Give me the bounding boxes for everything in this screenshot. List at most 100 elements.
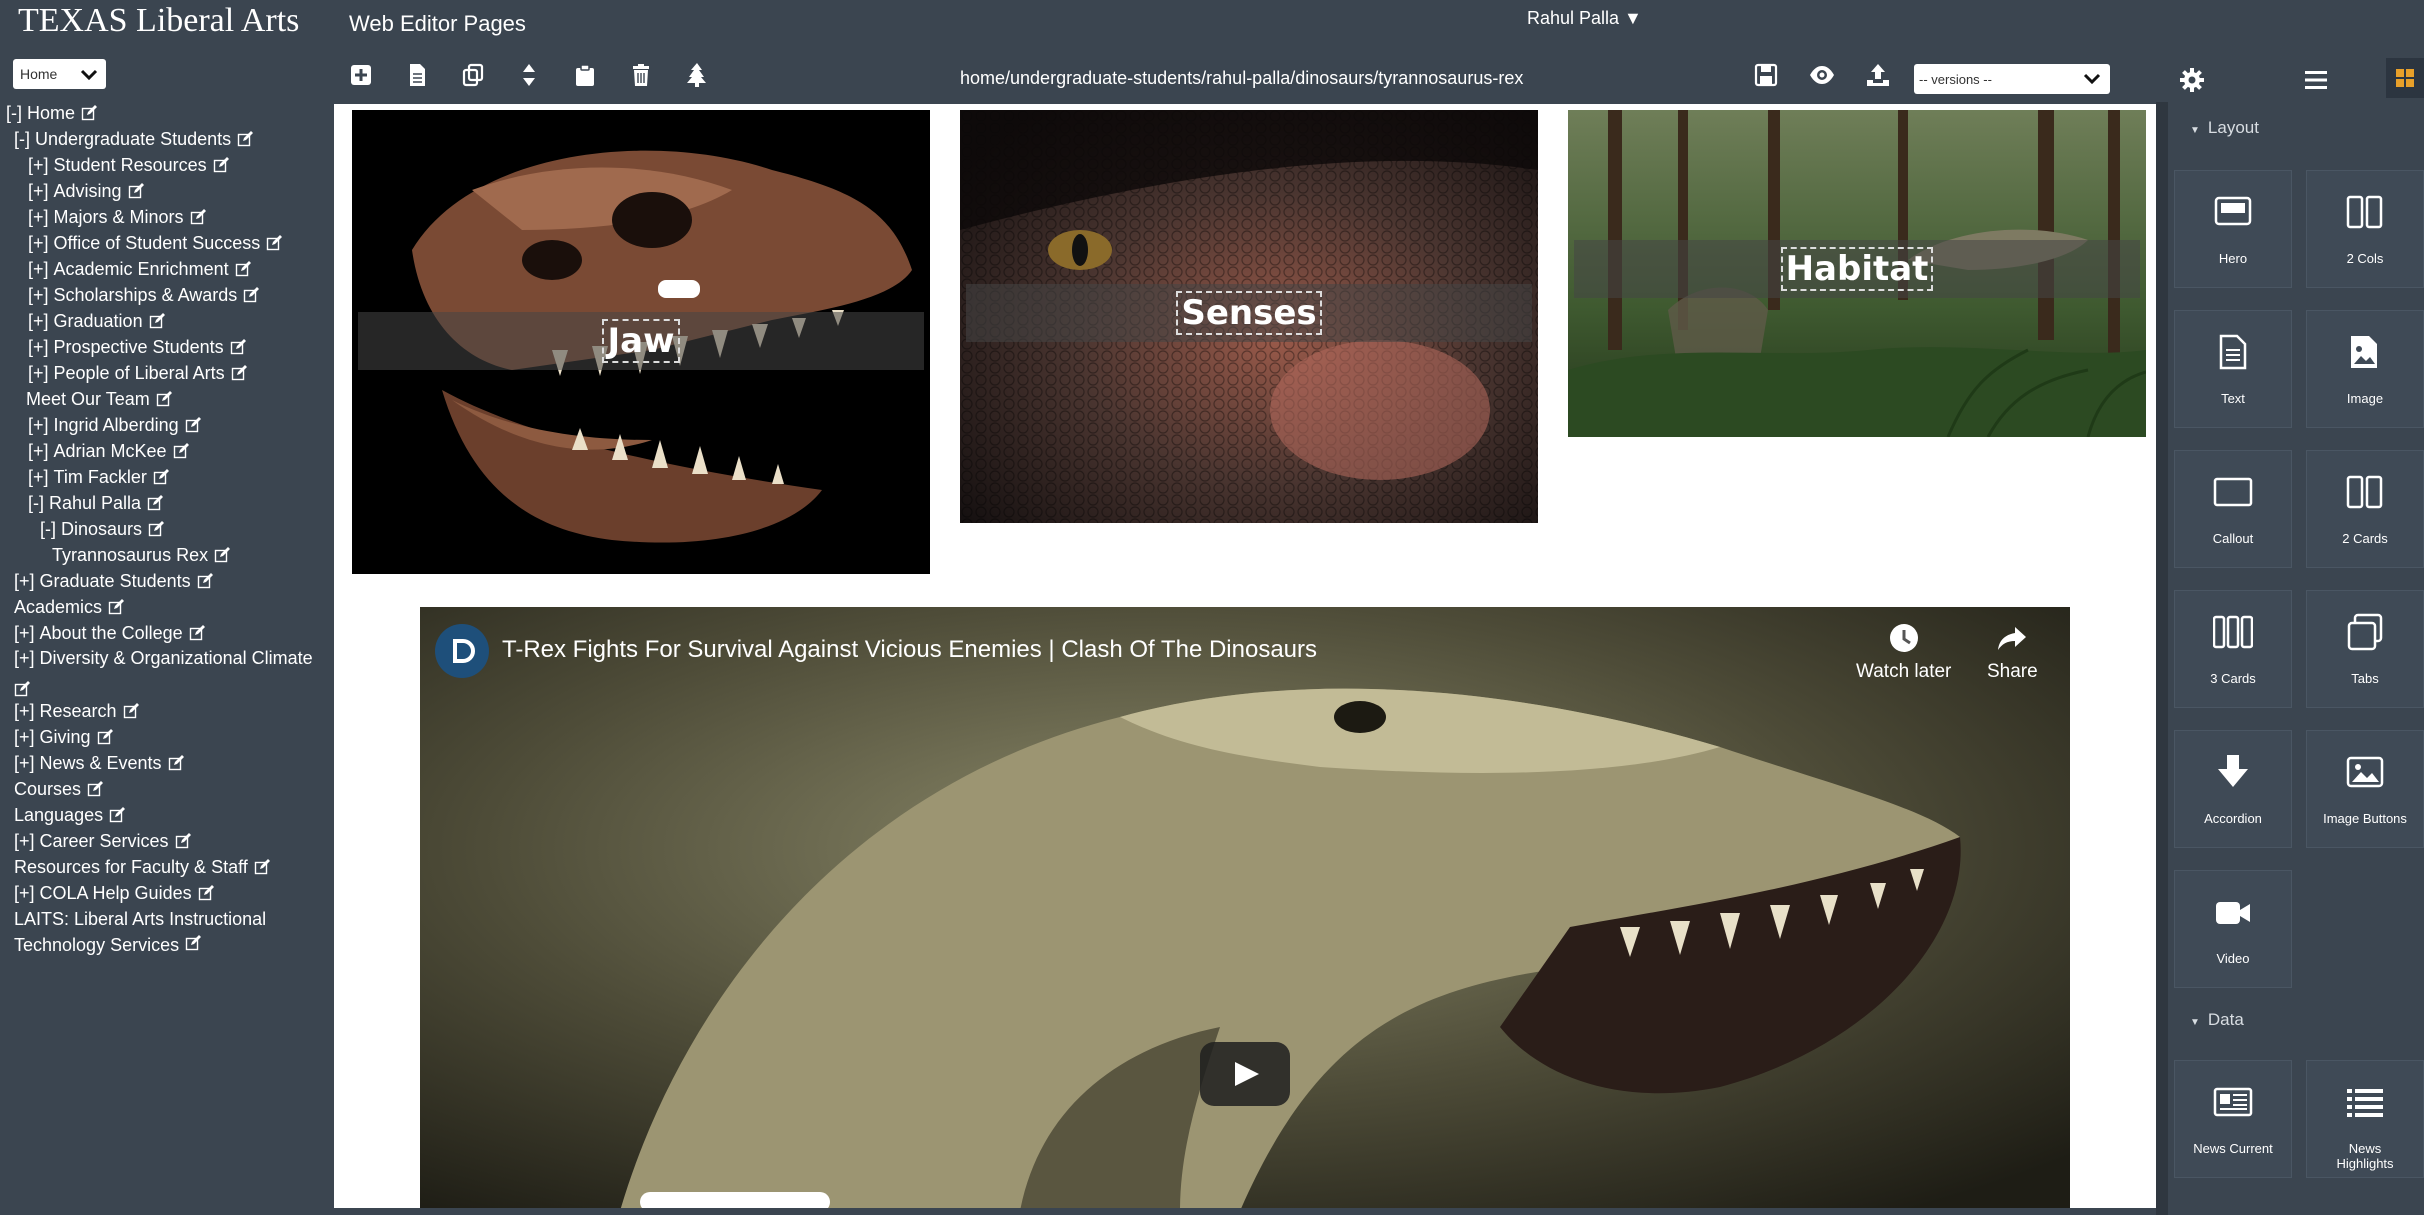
- tree-icon[interactable]: [684, 62, 710, 88]
- tree-item-meet-our-team[interactable]: Meet Our Team: [26, 386, 172, 412]
- tree-item-majors-minors[interactable]: [+] Majors & Minors: [28, 204, 206, 230]
- tree-item-resources-for-faculty-staff[interactable]: Resources for Faculty & Staff: [14, 854, 270, 880]
- block-callout[interactable]: Callout: [2174, 450, 2292, 568]
- edit-icon[interactable]: [185, 417, 201, 433]
- image-card-jaw[interactable]: Jaw: [352, 110, 930, 574]
- tree-toggle[interactable]: [-]: [14, 129, 35, 150]
- tree-item-laits-liberal-arts-instructional-technology-services[interactable]: LAITS: Liberal Arts Instructional Techno…: [14, 906, 314, 958]
- block-accordion[interactable]: Accordion: [2174, 730, 2292, 848]
- image-card-senses[interactable]: Senses: [960, 110, 1538, 523]
- tree-item-diversity-organizational-climate[interactable]: [+] Diversity & Organizational Climate: [14, 646, 334, 698]
- edit-icon[interactable]: [197, 573, 213, 589]
- edit-icon[interactable]: [108, 599, 125, 615]
- edit-icon[interactable]: [231, 365, 247, 381]
- edit-icon[interactable]: [149, 313, 165, 329]
- block-tabs[interactable]: Tabs: [2306, 590, 2424, 708]
- edit-icon[interactable]: [266, 235, 283, 251]
- tree-item-academics[interactable]: Academics: [14, 594, 125, 620]
- edit-icon[interactable]: [123, 703, 139, 719]
- reorder-icon[interactable]: [516, 62, 542, 88]
- tree-toggle[interactable]: [+]: [14, 831, 40, 852]
- tree-item-rahul-palla[interactable]: [-] Rahul Palla: [28, 490, 164, 516]
- tree-item-advising[interactable]: [+] Advising: [28, 178, 144, 204]
- card-title[interactable]: Jaw: [602, 319, 680, 363]
- tree-item-courses[interactable]: Courses: [14, 776, 104, 802]
- tree-toggle[interactable]: [+]: [28, 415, 54, 436]
- block-video[interactable]: Video: [2174, 870, 2292, 988]
- edit-icon[interactable]: [190, 209, 206, 225]
- edit-icon[interactable]: [235, 261, 251, 277]
- channel-avatar[interactable]: [435, 624, 489, 678]
- save-icon[interactable]: [1753, 62, 1779, 88]
- tree-toggle[interactable]: [-]: [6, 103, 27, 124]
- tree-item-research[interactable]: [+] Research: [14, 698, 139, 724]
- paste-icon[interactable]: [572, 62, 598, 88]
- edit-icon[interactable]: [148, 521, 165, 537]
- tree-item-cola-help-guides[interactable]: [+] COLA Help Guides: [14, 880, 214, 906]
- edit-icon[interactable]: [237, 131, 254, 147]
- block-2-cols[interactable]: 2 Cols: [2306, 170, 2424, 288]
- page-icon[interactable]: [404, 62, 430, 88]
- tree-toggle[interactable]: [+]: [28, 311, 54, 332]
- block-3-cards[interactable]: 3 Cards: [2174, 590, 2292, 708]
- tree-item-student-resources[interactable]: [+] Student Resources: [28, 152, 229, 178]
- tree-item-news-events[interactable]: [+] News & Events: [14, 750, 184, 776]
- site-select[interactable]: Home: [13, 59, 106, 89]
- brand-logo[interactable]: TEXAS Liberal Arts: [18, 2, 299, 40]
- tree-item-graduation[interactable]: [+] Graduation: [28, 308, 165, 334]
- edit-icon[interactable]: [173, 443, 189, 459]
- tree-item-office-of-student-success[interactable]: [+] Office of Student Success: [28, 230, 283, 256]
- tree-toggle[interactable]: [+]: [14, 571, 40, 592]
- tree-item-tyrannosaurus-rex[interactable]: Tyrannosaurus Rex: [52, 542, 231, 568]
- tree-toggle[interactable]: [+]: [28, 207, 54, 228]
- edit-icon[interactable]: [168, 755, 184, 771]
- tree-toggle[interactable]: [+]: [28, 467, 54, 488]
- edit-icon[interactable]: [128, 183, 144, 199]
- tree-toggle[interactable]: [+]: [28, 337, 54, 358]
- tree-item-about-the-college[interactable]: [+] About the College: [14, 620, 205, 646]
- tree-toggle[interactable]: [+]: [28, 181, 54, 202]
- tree-toggle[interactable]: [+]: [14, 753, 40, 774]
- publish-icon[interactable]: [1865, 62, 1891, 88]
- tree-item-tim-fackler[interactable]: [+] Tim Fackler: [28, 464, 169, 490]
- video-title[interactable]: T-Rex Fights For Survival Against Viciou…: [502, 636, 1317, 664]
- tree-toggle[interactable]: [+]: [28, 259, 54, 280]
- tree-item-ingrid-alberding[interactable]: [+] Ingrid Alberding: [28, 412, 201, 438]
- edit-icon[interactable]: [147, 495, 164, 511]
- block-image-buttons[interactable]: Image Buttons: [2306, 730, 2424, 848]
- card-title[interactable]: Senses: [1176, 291, 1322, 335]
- play-button[interactable]: [1200, 1042, 1290, 1106]
- versions-select[interactable]: -- versions --: [1914, 64, 2110, 94]
- tree-item-graduate-students[interactable]: [+] Graduate Students: [14, 568, 213, 594]
- tree-item-languages[interactable]: Languages: [14, 802, 126, 828]
- preview-icon[interactable]: [1809, 62, 1835, 88]
- trash-icon[interactable]: [628, 62, 654, 88]
- block-hero[interactable]: Hero: [2174, 170, 2292, 288]
- gear-icon[interactable]: [2178, 66, 2206, 94]
- tree-toggle[interactable]: [+]: [28, 363, 54, 384]
- copy-icon[interactable]: [460, 62, 486, 88]
- watch-later-button[interactable]: Watch later: [1856, 621, 1951, 683]
- edit-icon[interactable]: [87, 781, 104, 797]
- edit-icon[interactable]: [213, 157, 229, 173]
- add-icon[interactable]: [348, 62, 374, 88]
- tree-toggle[interactable]: [+]: [14, 727, 40, 748]
- edit-icon[interactable]: [14, 680, 30, 697]
- tree-toggle[interactable]: [+]: [14, 701, 40, 722]
- edit-icon[interactable]: [214, 547, 231, 563]
- block-image[interactable]: Image: [2306, 310, 2424, 428]
- tree-item-people-of-liberal-arts[interactable]: [+] People of Liberal Arts: [28, 360, 247, 386]
- edit-icon[interactable]: [81, 105, 98, 121]
- edit-icon[interactable]: [153, 469, 169, 485]
- tree-item-dinosaurs[interactable]: [-] Dinosaurs: [40, 516, 165, 542]
- share-button[interactable]: Share: [1987, 621, 2038, 683]
- list-icon[interactable]: [2302, 66, 2330, 94]
- user-menu[interactable]: Rahul Palla ▼: [1527, 8, 1642, 29]
- tree-item-scholarships-awards[interactable]: [+] Scholarships & Awards: [28, 282, 260, 308]
- tree-item-career-services[interactable]: [+] Career Services: [14, 828, 191, 854]
- tree-toggle[interactable]: [+]: [28, 285, 54, 306]
- card-title[interactable]: Habitat: [1780, 247, 1934, 291]
- block-news-highlights[interactable]: News Highlights: [2306, 1060, 2424, 1178]
- tree-item-academic-enrichment[interactable]: [+] Academic Enrichment: [28, 256, 251, 282]
- edit-icon[interactable]: [109, 807, 126, 823]
